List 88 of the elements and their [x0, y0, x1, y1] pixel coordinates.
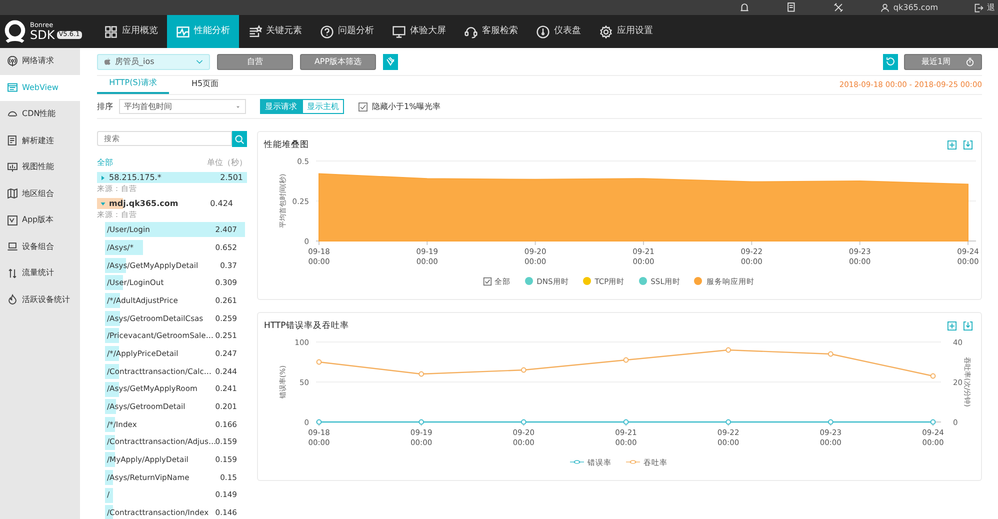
map-icon: [7, 188, 18, 200]
refresh-icon: [885, 56, 896, 67]
data-point: [930, 419, 936, 424]
data-point: [726, 347, 732, 352]
search-icon: [234, 134, 245, 144]
data-point: [520, 419, 526, 424]
flame-icon: [7, 294, 18, 306]
apple-icon: [103, 57, 112, 66]
nav-tab[interactable]: 仪表盘: [527, 15, 590, 48]
settings-icon: [599, 24, 613, 38]
host-value: 0.424: [210, 198, 233, 210]
refresh-button[interactable]: [883, 54, 898, 70]
sort-label: 排序: [97, 100, 113, 112]
antenna-icon: [7, 56, 18, 67]
chart-title: HTTP错误率及吞吐率: [264, 320, 349, 333]
filter-icon: [385, 56, 396, 67]
data-point: [418, 419, 424, 424]
host-value: 2.501: [220, 172, 243, 184]
sidebar-item[interactable]: App版本: [0, 207, 80, 234]
download-icon[interactable]: [963, 140, 973, 150]
data-point: [828, 351, 834, 356]
pulse-icon: [176, 24, 190, 38]
monitor-icon: [392, 24, 406, 38]
product-name: SDK: [30, 28, 55, 41]
sidebar-item[interactable]: 流量统计: [0, 260, 80, 286]
help-icon: [320, 24, 334, 38]
expand-icon[interactable]: [947, 321, 957, 332]
sidebar-item[interactable]: 视图性能: [0, 154, 80, 180]
data-point: [316, 419, 322, 424]
download-icon[interactable]: [963, 321, 973, 332]
logout-icon[interactable]: [974, 2, 984, 12]
nav-tab[interactable]: 应用设置: [590, 15, 662, 48]
sidebar-item[interactable]: 活跃设备统计: [0, 286, 80, 313]
document-star-icon: [248, 24, 262, 38]
document-icon[interactable]: [786, 2, 798, 13]
data-point: [316, 359, 322, 364]
data-point: [623, 419, 629, 424]
chart-screen-icon: [7, 162, 18, 173]
gauge-icon: [536, 24, 550, 38]
caret-down-icon: [100, 200, 106, 206]
host-name: mdj.qk365.com: [109, 198, 178, 210]
sidebar-item[interactable]: 解析建连: [0, 128, 80, 154]
sort-select[interactable]: 平均首包时间: [119, 99, 246, 114]
caret-right-icon: [100, 174, 106, 180]
chart-title: 性能堆叠图: [264, 139, 309, 152]
sidebar-item[interactable]: 设备组合: [0, 234, 80, 260]
headset-icon: [464, 24, 478, 38]
laptop-icon: [7, 241, 18, 252]
data-point: [418, 371, 424, 376]
user-icon[interactable]: [880, 2, 890, 12]
checkbox[interactable]: [358, 102, 368, 112]
host-row[interactable]: mdj.qk365.com 0.424: [97, 198, 247, 209]
logout-link[interactable]: 退: [987, 2, 995, 14]
user-name[interactable]: qk365.com: [893, 2, 938, 14]
checkbox[interactable]: [482, 276, 492, 286]
nav-tab[interactable]: 体验大屏: [383, 15, 455, 48]
data-point: [726, 419, 732, 424]
stopwatch-icon: [964, 56, 975, 66]
sidebar-item[interactable]: 网络请求: [0, 48, 80, 74]
tab[interactable]: H5页面: [169, 74, 241, 94]
app-name: 房管员_ios: [115, 56, 156, 68]
unit-label: 单位（秒）: [207, 157, 247, 169]
host-name: 58.215.175.*: [109, 172, 162, 184]
document-icon: [7, 135, 18, 146]
data-point: [930, 373, 936, 378]
nav-tab[interactable]: 关键元素: [239, 15, 311, 48]
data-point: [828, 419, 834, 424]
sidebar-item[interactable]: 地区组合: [0, 180, 80, 207]
checkbox-label: 隐藏小于1%曝光率: [372, 100, 441, 112]
nav-tab[interactable]: 应用概览: [95, 15, 167, 48]
host-row[interactable]: 58.215.175.* 2.501: [97, 172, 247, 183]
data-point: [623, 357, 629, 362]
app-select[interactable]: 房管员_ios: [97, 54, 210, 70]
app-icon: [7, 214, 18, 226]
sidebar-item[interactable]: CDN性能: [0, 101, 80, 128]
nav-tab[interactable]: 问题分析: [311, 15, 383, 48]
bell-icon[interactable]: [739, 2, 750, 13]
filter-icon-button[interactable]: [383, 54, 398, 70]
logo-icon: [2, 18, 28, 44]
nav-tab[interactable]: 客服检索: [455, 15, 527, 48]
expand-icon[interactable]: [947, 140, 957, 150]
grid-icon: [104, 24, 118, 38]
search-button[interactable]: [232, 131, 247, 147]
webpage-icon: [7, 82, 18, 94]
up-down-arrows-icon: [7, 268, 18, 279]
data-point: [520, 367, 526, 372]
caret-icon: [235, 104, 241, 110]
tools-icon[interactable]: [833, 2, 844, 13]
